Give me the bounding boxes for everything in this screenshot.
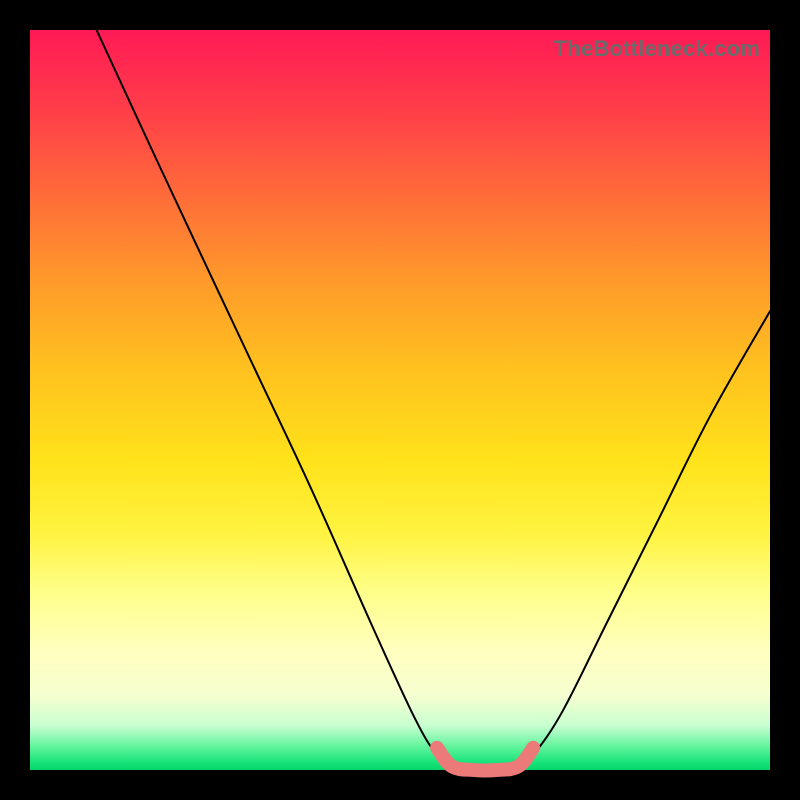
chart-frame: TheBottleneck.com — [0, 0, 800, 800]
plot-area: TheBottleneck.com — [30, 30, 770, 770]
right-curve-path — [518, 311, 770, 770]
bottom-band-path — [437, 748, 533, 771]
chart-svg — [30, 30, 770, 770]
left-curve-path — [97, 30, 452, 770]
